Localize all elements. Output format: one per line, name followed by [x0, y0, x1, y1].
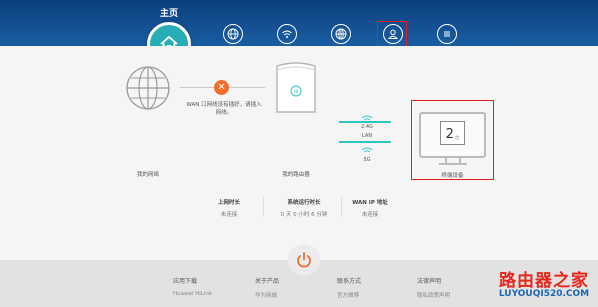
internet-nav-button[interactable]	[223, 24, 243, 44]
globe-icon	[227, 28, 239, 40]
band-24g-label: 2.4G	[361, 124, 373, 130]
stat-uptime-label: 系统运行时长	[287, 200, 321, 206]
more-nav-button[interactable]	[437, 24, 457, 44]
wan-error-message: WAN 口网线没有插好，请插入网线。	[186, 102, 262, 116]
footer-privacy-link[interactable]: 隐私政策声明	[417, 291, 450, 299]
device-count-unit: 台	[454, 136, 460, 141]
svg-text:HI: HI	[294, 89, 299, 95]
device-count-box: 2 台	[440, 121, 465, 145]
footer-contact-title: 联系方式	[337, 278, 362, 285]
band-5g-label: 5G	[363, 157, 371, 163]
band-lan-label: LAN	[361, 133, 373, 139]
router-icon[interactable]: HI	[271, 60, 321, 116]
stat-online-time-label: 上网时长	[217, 200, 240, 206]
stat-divider	[263, 197, 264, 217]
network-nav-button[interactable]	[331, 24, 351, 44]
terminal-label: 终端设备	[441, 173, 464, 179]
link-24g	[339, 121, 391, 123]
top-nav-bar	[0, 0, 598, 46]
watermark-line1: 路由器之家	[499, 271, 589, 291]
site-watermark: 路由器之家 LUYOUQI520.COM	[495, 262, 593, 306]
stat-divider	[341, 197, 342, 217]
internet-globe-icon[interactable]	[125, 65, 171, 111]
footer-vmall-link[interactable]: 华为商城	[255, 291, 277, 299]
footer-app-download-title: 应用下载	[173, 278, 198, 285]
footer-legal-title: 法律声明	[417, 278, 442, 285]
footer-hilink-link[interactable]: Huawei HiLink	[173, 291, 212, 297]
error-x-icon: ✕	[214, 80, 229, 95]
wifi-5g-icon	[361, 147, 373, 153]
footer-about-title: 关于产品	[255, 278, 280, 285]
footer-weibo-link[interactable]: 官方微博	[337, 291, 359, 299]
stat-wan-ip-label: WAN IP 地址	[352, 200, 388, 206]
watermark-line2: LUYOUQI520.COM	[498, 289, 590, 299]
monitor-base	[439, 163, 467, 165]
stat-uptime-value: 0 天 0 小时 6 分钟	[280, 212, 328, 218]
internet-label: 我的网络	[136, 172, 159, 178]
stat-wan-ip-value: 未连接	[361, 212, 379, 218]
highlight-box	[377, 21, 407, 49]
wifi-icon	[282, 30, 292, 38]
wifi-nav-button[interactable]	[277, 24, 297, 44]
router-label: 我的路由器	[282, 172, 310, 178]
stat-online-time-value: 未连接	[220, 212, 238, 218]
network-icon	[335, 28, 347, 40]
device-count: 2	[445, 127, 454, 142]
menu-icon	[444, 31, 450, 37]
page-title: 主页	[159, 9, 178, 19]
power-icon	[297, 252, 311, 268]
power-button[interactable]	[288, 244, 320, 276]
link-lan	[339, 141, 391, 143]
